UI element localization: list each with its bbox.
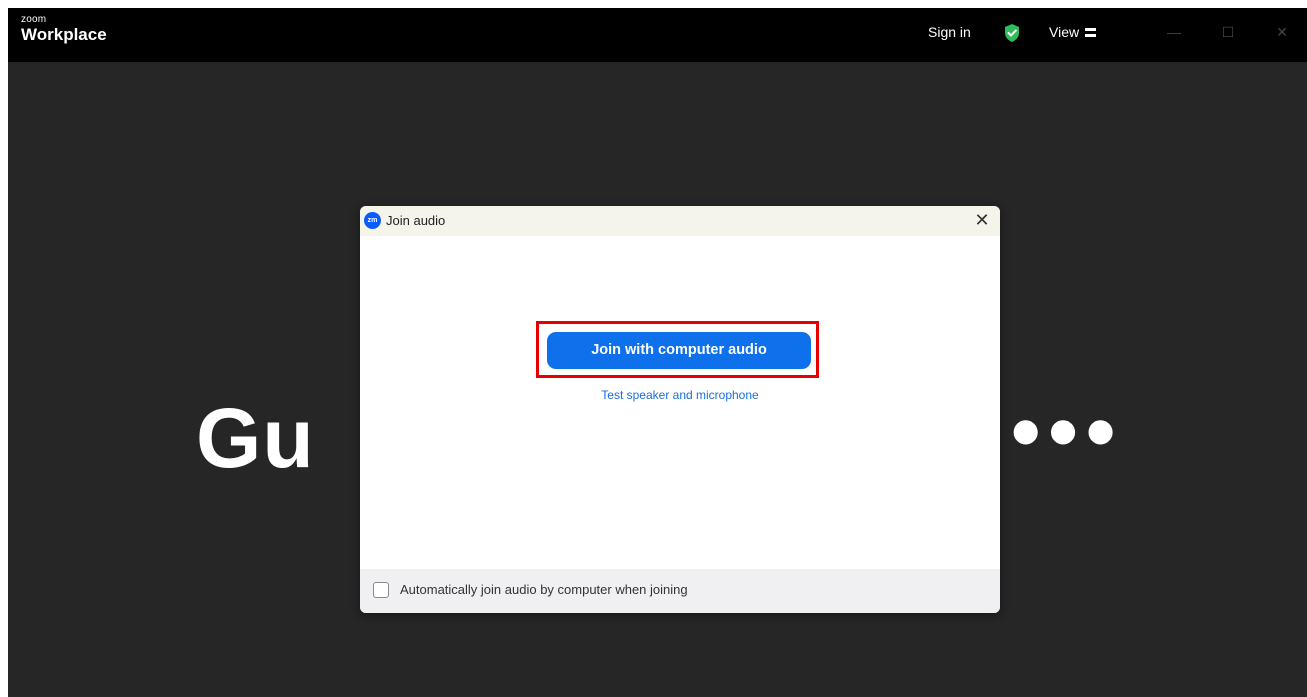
zoom-logo-icon: zm: [364, 212, 381, 229]
dialog-footer: Automatically join audio by computer whe…: [360, 569, 1000, 613]
join-audio-dialog: zm Join audio ✕ Join with computer audio…: [360, 206, 1000, 613]
brand-small-text: zoom: [21, 14, 47, 25]
auto-join-audio-label[interactable]: Automatically join audio by computer whe…: [400, 582, 688, 597]
title-bar: zoom Workplace Sign in View — ☐ ✕: [8, 8, 1307, 62]
view-layout-icon: [1085, 27, 1097, 37]
brand-logo: zoom Workplace: [21, 14, 107, 45]
dialog-header: zm Join audio ✕: [360, 206, 1000, 236]
test-speaker-microphone-link[interactable]: Test speaker and microphone: [360, 388, 1000, 402]
background-text-left: Gu: [196, 391, 315, 485]
dialog-title: Join audio: [386, 213, 446, 228]
sign-in-button[interactable]: Sign in: [928, 24, 971, 40]
view-button[interactable]: View: [1049, 24, 1097, 40]
view-label: View: [1049, 24, 1080, 40]
close-window-button[interactable]: ✕: [1270, 20, 1294, 44]
close-dialog-button[interactable]: ✕: [971, 209, 993, 231]
minimize-button[interactable]: —: [1162, 20, 1186, 44]
shield-check-icon[interactable]: [1003, 23, 1021, 43]
auto-join-audio-checkbox[interactable]: [373, 582, 389, 598]
background-text-ellipsis: •••: [1011, 384, 1124, 478]
brand-large-text: Workplace: [21, 25, 107, 44]
join-with-computer-audio-button[interactable]: Join with computer audio: [547, 332, 811, 369]
maximize-button[interactable]: ☐: [1216, 20, 1240, 44]
